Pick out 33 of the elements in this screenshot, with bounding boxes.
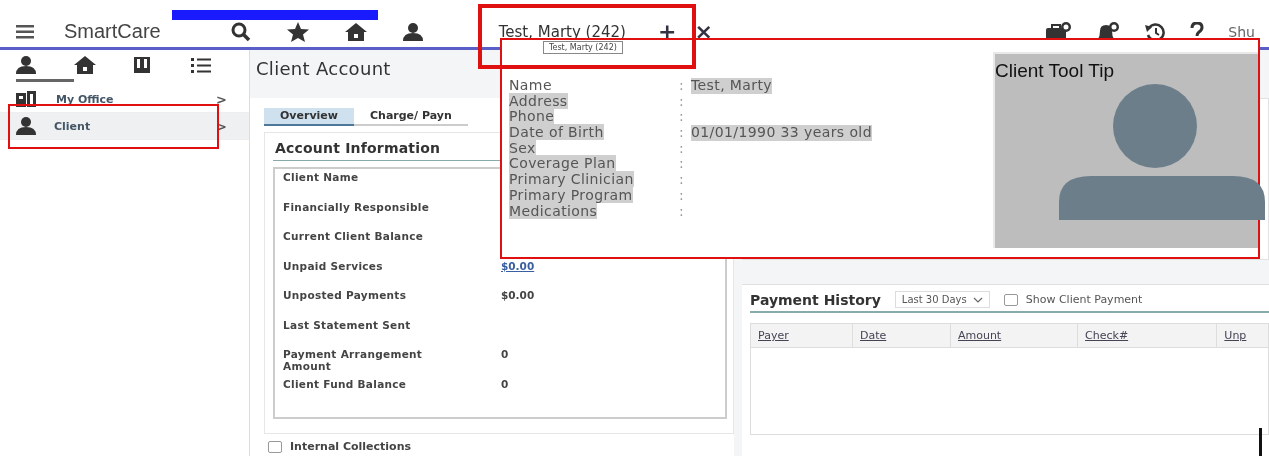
separator: : [679, 109, 686, 126]
tooltip-tab-label: Test, Marty (242) [543, 41, 623, 54]
checkbox-label: Show Client Payment [1025, 293, 1143, 306]
separator: : [679, 187, 686, 204]
page-title: Client Account [256, 57, 391, 81]
tooltip-label: Date of Birth [509, 124, 604, 141]
logo: SmartCare [64, 20, 161, 43]
tooltip-label: Primary Clinician [509, 171, 634, 188]
field-label: Current Client Balance [282, 230, 425, 242]
tooltip-value: Test, Marty [691, 78, 773, 94]
tooltip-value: 01/01/1990 33 years old [691, 125, 872, 141]
image-caption: Client Tool Tip [995, 60, 1114, 82]
field-label: Unpaid Services [282, 259, 384, 272]
separator: : [679, 78, 686, 94]
field-value: 0 [501, 377, 509, 390]
separator: : [679, 172, 686, 188]
field-label: Client Fund Balance [282, 377, 408, 390]
tooltip-label: Coverage Plan [509, 155, 616, 172]
field-label: Client Name [282, 171, 360, 183]
tooltip-label: Name [509, 77, 552, 93]
checkbox-label: Internal Collections [290, 440, 412, 453]
separator: : [679, 93, 686, 110]
field-label: Last Statement Sent [282, 318, 412, 331]
field-label: Payment Arrangement Amount [282, 348, 424, 372]
field-label: Unposted Payments [282, 289, 408, 301]
separator: : [679, 140, 686, 157]
field-label: Financially Responsible [282, 200, 431, 213]
section-title: Payment History [750, 291, 881, 308]
field-value: 0 [501, 348, 509, 360]
tooltip-label: Address [509, 92, 568, 109]
field-value: $0.00 [501, 289, 535, 301]
tooltip-label: Phone [509, 108, 555, 125]
separator: : [679, 203, 686, 220]
